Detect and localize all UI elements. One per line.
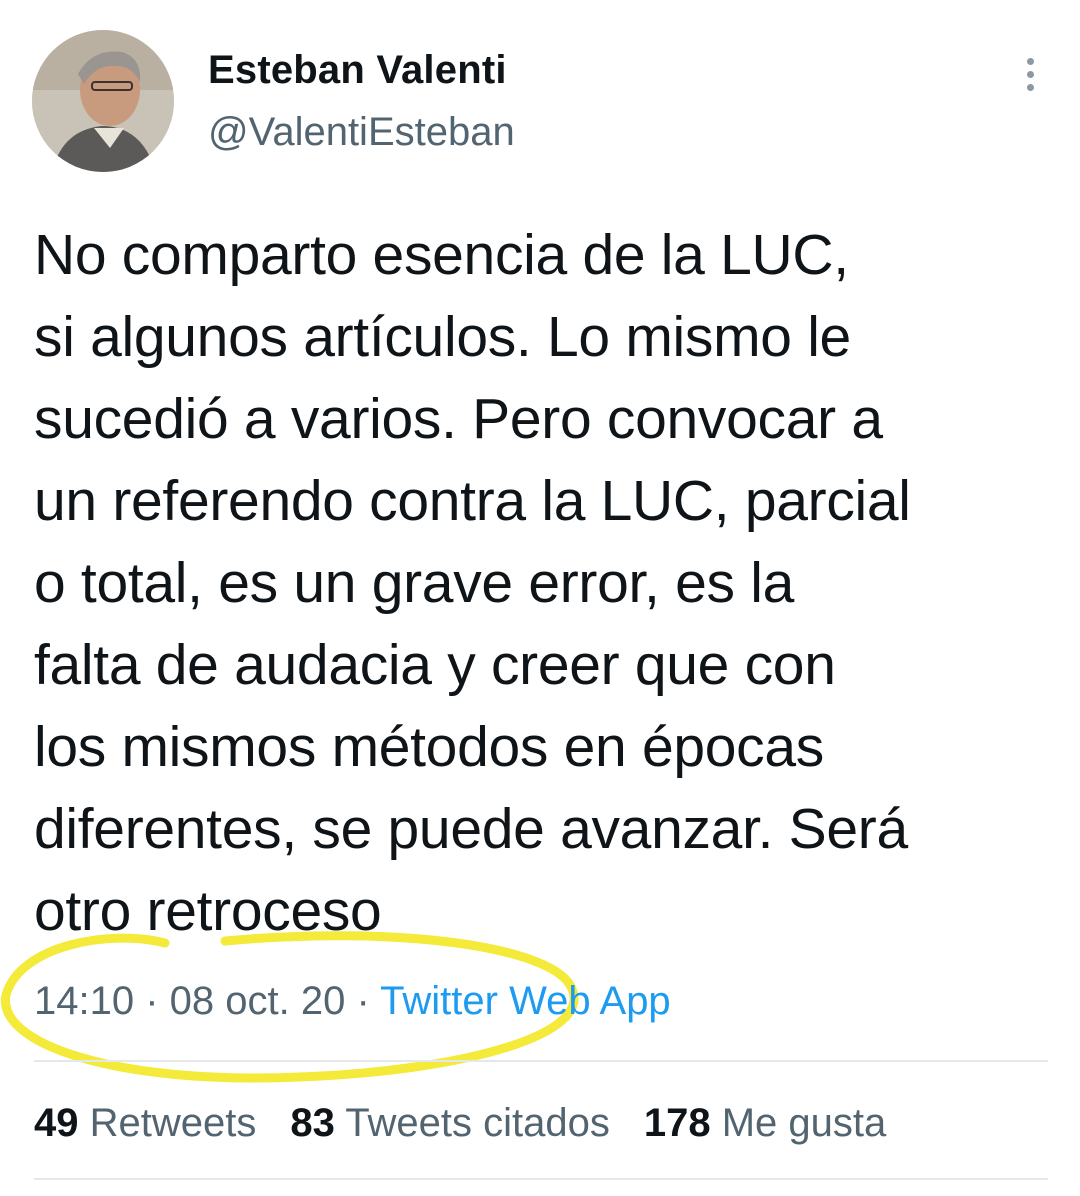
likes-stat[interactable]: 178 Me gusta <box>644 1098 886 1148</box>
retweets-label: Retweets <box>89 1101 257 1145</box>
meta-separator: · <box>345 979 381 1023</box>
tweet-stats: 49 Retweets 83 Tweets citados 178 Me gus… <box>34 1098 886 1148</box>
avatar[interactable] <box>32 30 174 172</box>
retweets-stat[interactable]: 49 Retweets <box>34 1098 256 1148</box>
divider <box>34 1178 1048 1180</box>
display-name[interactable]: Esteban Valenti <box>208 46 515 94</box>
likes-count: 178 <box>643 1101 711 1145</box>
quotes-label: Tweets citados <box>345 1101 610 1145</box>
tweet-text: No comparto esencia de la LUC, si alguno… <box>34 223 911 943</box>
tweet-date[interactable]: 08 oct. 20 <box>170 979 346 1023</box>
tweet-meta: 14:10 · 08 oct. 20 · Twitter Web App <box>34 976 671 1026</box>
likes-label: Me gusta <box>721 1101 887 1145</box>
quote-tweets-stat[interactable]: 83 Tweets citados <box>290 1098 609 1148</box>
retweets-count: 49 <box>34 1101 79 1145</box>
user-info: Esteban Valenti @ValentiEsteban <box>208 46 515 156</box>
tweet-header: Esteban Valenti @ValentiEsteban <box>32 30 1048 180</box>
tweet-time[interactable]: 14:10 <box>34 979 134 1023</box>
tweet-source-link[interactable]: Twitter Web App <box>380 979 671 1023</box>
more-vertical-icon[interactable] <box>1018 58 1042 98</box>
quotes-count: 83 <box>290 1101 335 1145</box>
divider <box>34 1060 1048 1062</box>
meta-separator: · <box>134 979 170 1023</box>
user-handle[interactable]: @ValentiEsteban <box>208 108 515 156</box>
